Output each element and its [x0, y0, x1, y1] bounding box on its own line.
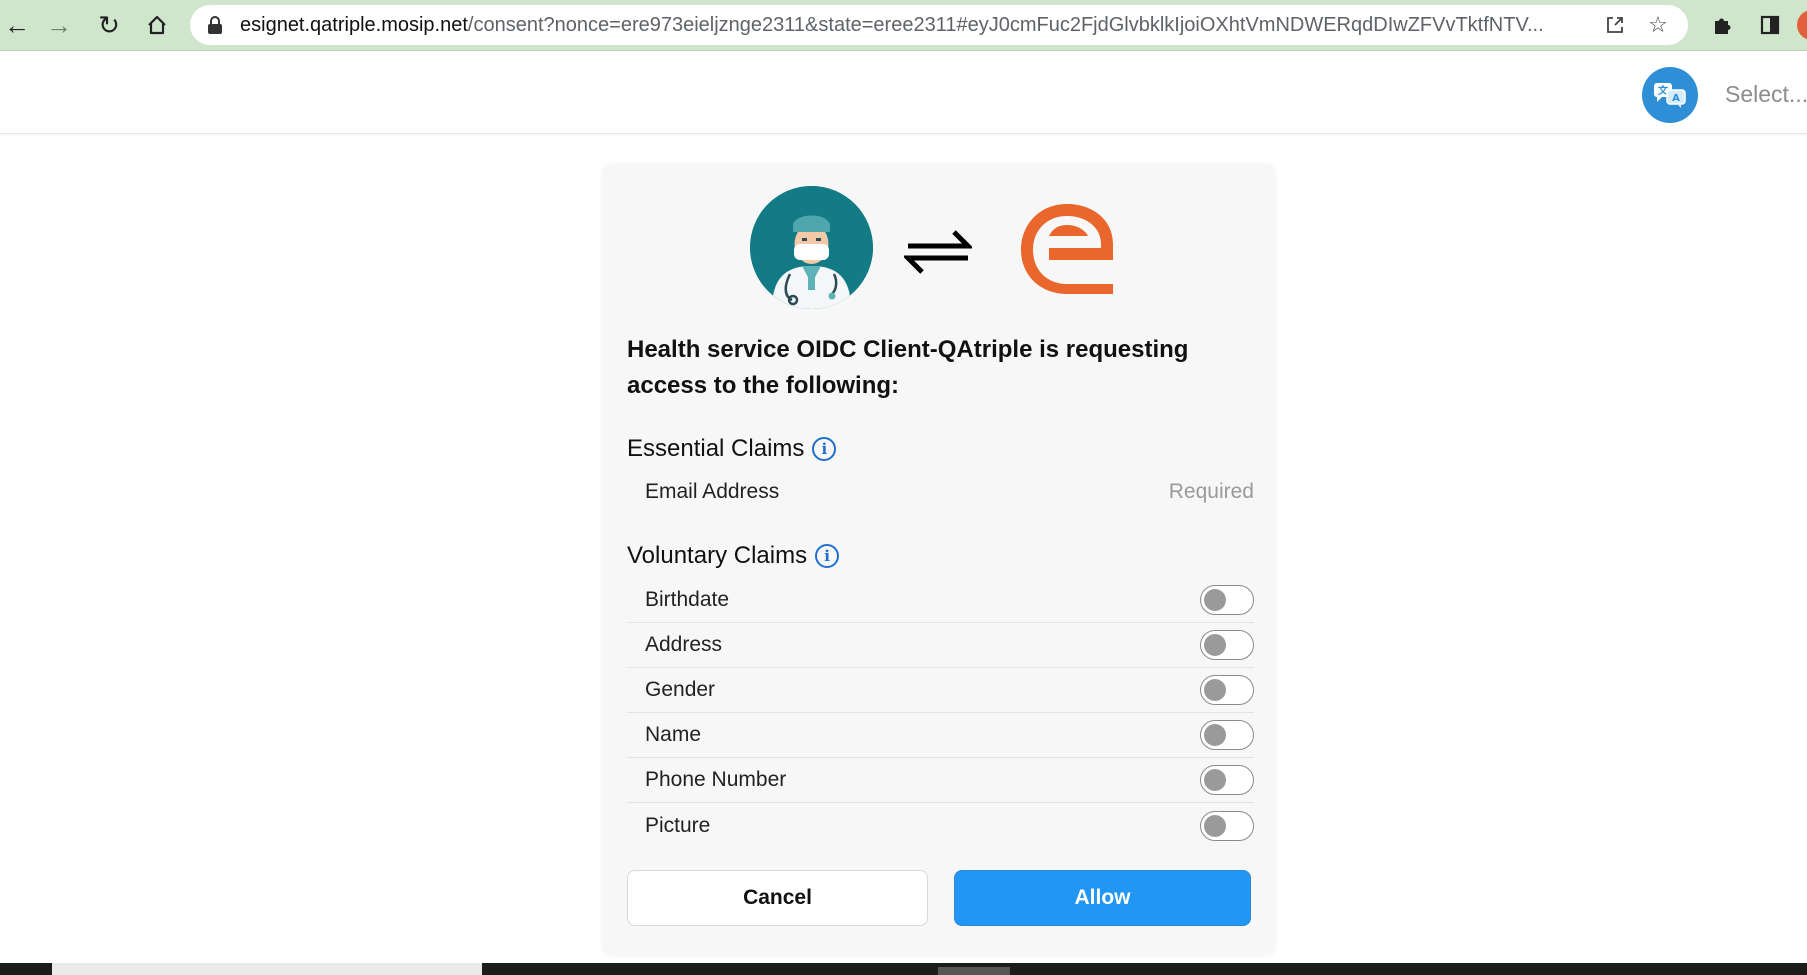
claim-toggle[interactable] — [1200, 630, 1254, 660]
browser-toolbar: ← → ↻ esignet.qatriple.mosip.net/consent… — [0, 0, 1807, 51]
voluntary-claim-row: Phone Number — [627, 758, 1254, 803]
claim-label: Gender — [645, 678, 716, 701]
voluntary-claims-heading: Voluntary Claims i — [627, 542, 840, 570]
taskbar — [0, 963, 1807, 975]
toggle-knob — [1204, 769, 1226, 791]
svg-text:A: A — [1672, 93, 1680, 104]
exchange-arrows-icon — [901, 226, 975, 278]
claim-toggle[interactable] — [1200, 810, 1254, 841]
claim-toggle[interactable] — [1200, 585, 1254, 615]
claim-toggle[interactable] — [1200, 675, 1254, 705]
claim-toggle[interactable] — [1200, 765, 1254, 795]
toggle-knob — [1204, 814, 1226, 837]
home-icon[interactable] — [140, 8, 174, 42]
info-icon[interactable]: i — [812, 437, 837, 461]
info-icon[interactable]: i — [815, 544, 840, 568]
voluntary-claims-label: Voluntary Claims — [627, 542, 808, 569]
share-icon[interactable] — [1601, 11, 1629, 39]
url-path: /consent?nonce=ere973eieljznge2311&state… — [467, 14, 1544, 36]
language-select[interactable]: Select... — [1725, 81, 1807, 108]
reload-icon[interactable]: ↻ — [92, 8, 126, 42]
consent-request-title: Health service OIDC Client-QAtriple is r… — [627, 336, 1189, 399]
consent-card: Health service OIDC Client-QAtriple is r… — [603, 164, 1275, 954]
language-translate-icon[interactable]: 文 A — [1642, 67, 1698, 123]
toggle-knob — [1204, 679, 1226, 701]
claim-required-text: Required — [1168, 479, 1254, 503]
claim-label: Address — [645, 633, 723, 656]
toggle-knob — [1204, 724, 1226, 746]
taskbar-item[interactable] — [938, 967, 1010, 975]
cancel-button[interactable]: Cancel — [627, 870, 928, 926]
essential-claims-heading: Essential Claims i — [627, 435, 837, 463]
allow-button[interactable]: Allow — [954, 870, 1251, 926]
claim-label: Email Address — [645, 479, 780, 503]
star-icon[interactable]: ☆ — [1644, 11, 1672, 39]
voluntary-claim-row: Gender — [627, 668, 1254, 713]
address-bar[interactable]: esignet.qatriple.mosip.net/consent?nonce… — [190, 5, 1688, 45]
taskbar-active-window[interactable] — [52, 963, 482, 975]
claim-label: Phone Number — [645, 768, 787, 791]
claim-label: Birthdate — [645, 588, 730, 611]
claim-label: Picture — [645, 813, 711, 837]
forward-arrow-icon[interactable]: → — [42, 8, 76, 42]
essential-claims-label: Essential Claims — [627, 435, 805, 462]
voluntary-claim-row: Name — [627, 713, 1254, 758]
claim-toggle[interactable] — [1200, 720, 1254, 750]
voluntary-claim-row: Picture — [627, 803, 1254, 848]
back-arrow-icon[interactable]: ← — [0, 8, 34, 42]
app-header: 文 A Select... — [0, 52, 1807, 134]
claim-label: Name — [645, 723, 702, 746]
toggle-knob — [1204, 634, 1226, 656]
essential-claim-row: Email Address Required — [627, 469, 1254, 514]
client-logo — [750, 186, 873, 309]
url-text[interactable]: esignet.qatriple.mosip.net/consent?nonce… — [240, 14, 1610, 37]
toggle-knob — [1204, 589, 1226, 611]
esignet-logo — [1015, 198, 1119, 298]
profile-icon[interactable] — [1797, 10, 1807, 40]
voluntary-claim-row: Address — [627, 623, 1254, 668]
url-host: esignet.qatriple.mosip.net — [240, 14, 468, 36]
voluntary-claim-row: Birthdate — [627, 578, 1254, 623]
puzzle-icon[interactable] — [1705, 8, 1739, 42]
side-panel-icon[interactable] — [1753, 8, 1787, 42]
lock-icon[interactable] — [208, 16, 222, 34]
